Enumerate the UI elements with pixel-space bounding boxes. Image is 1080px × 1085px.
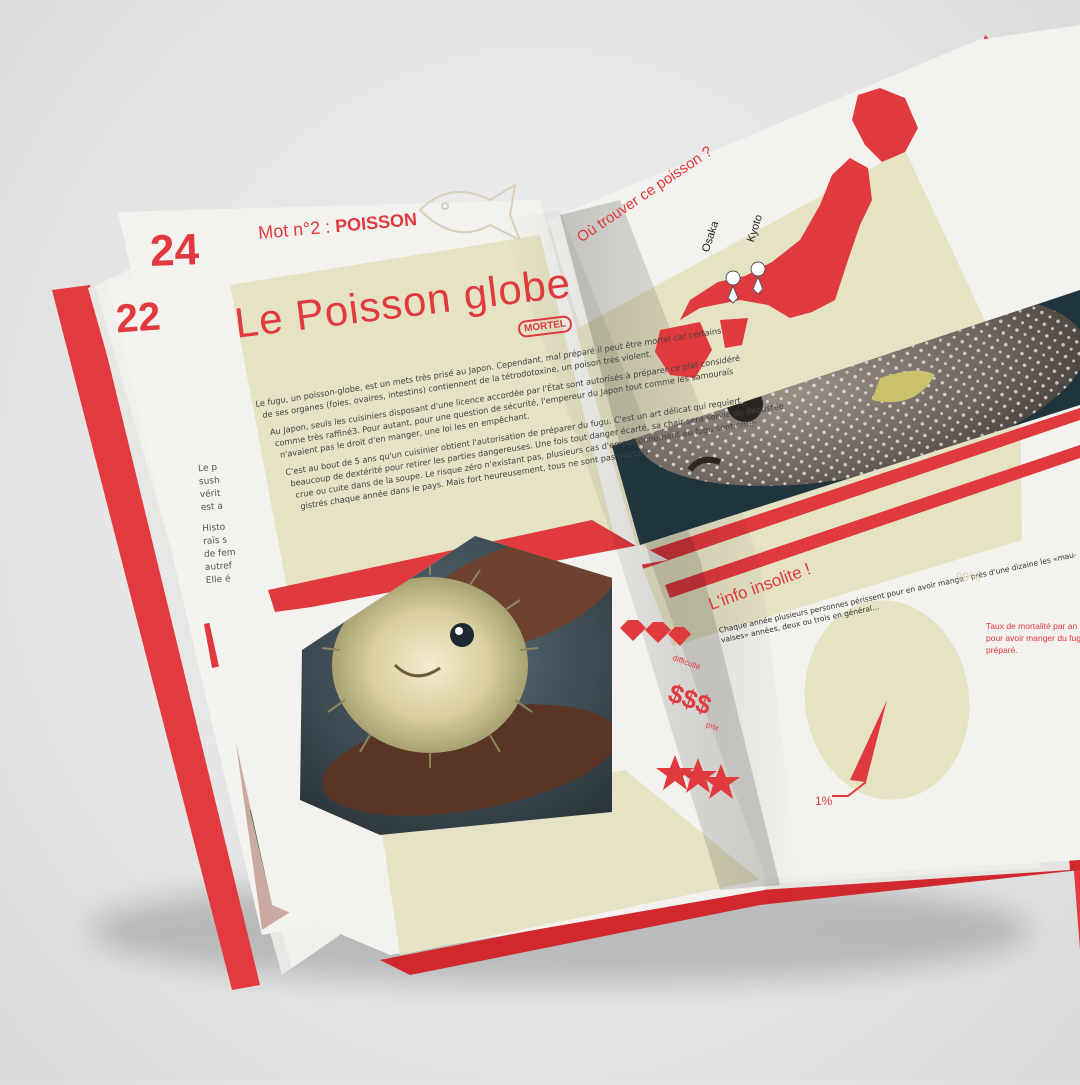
caption-line: préparé. xyxy=(986,645,1018,655)
pie-label-small: 1% xyxy=(815,794,833,808)
page-number: 24 xyxy=(149,225,200,276)
book-mockup-illustration xyxy=(52,25,1080,990)
fragment: est a xyxy=(200,501,224,514)
pie-label-large: 99% xyxy=(956,570,981,584)
caption-line: Taux de mortalité par an xyxy=(986,621,1078,631)
fragment: autref xyxy=(204,561,233,573)
pie-caption: Taux de mortalité par an pour avoir mang… xyxy=(986,620,1080,656)
book-mockup-scene: 24 22 Mot n°2 : POISSON Le Poisson globe… xyxy=(0,0,1080,1080)
back-page-number: 22 xyxy=(114,294,162,342)
caption-line: pour avoir manger du fugu xyxy=(986,633,1080,643)
fragment: Elle é xyxy=(205,574,231,586)
